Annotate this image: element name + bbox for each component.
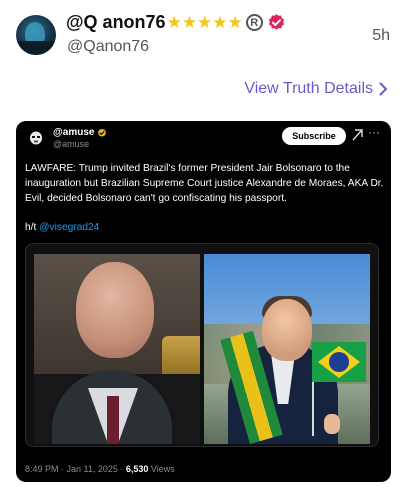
photo-left bbox=[34, 254, 200, 444]
embed-author-name: @amuse bbox=[53, 127, 107, 138]
brazil-flag bbox=[312, 342, 366, 382]
photo-right-head bbox=[262, 299, 312, 361]
embed-post-time: 8:49 PM · Jan 11, 2025 · bbox=[25, 464, 126, 474]
embed-views-label: Views bbox=[148, 464, 175, 474]
embed-author-handle: @amuse bbox=[53, 139, 90, 149]
display-name-text: @Q anon76 bbox=[66, 12, 166, 32]
view-truth-details-label: View Truth Details bbox=[244, 80, 373, 97]
hat-tip-mention-link[interactable]: @visegrad24 bbox=[39, 222, 99, 233]
photo-right bbox=[204, 254, 370, 444]
view-truth-details-link[interactable]: View Truth Details bbox=[244, 80, 388, 98]
subscribe-button[interactable]: Subscribe bbox=[282, 127, 346, 145]
grok-icon[interactable] bbox=[352, 129, 363, 141]
embedded-post-screenshot[interactable]: @amuse @amuse Subscribe ··· LAWFARE: Tru… bbox=[16, 121, 391, 482]
embed-avatar bbox=[25, 128, 47, 150]
more-icon[interactable]: ··· bbox=[368, 125, 380, 139]
display-name[interactable]: @Q anon76 ★★★★★ R bbox=[66, 12, 286, 33]
photo-right-hand bbox=[324, 414, 340, 434]
embed-post-meta: 8:49 PM · Jan 11, 2025 · 6,530 Views bbox=[25, 464, 175, 474]
chevron-right-icon bbox=[379, 82, 387, 96]
embed-hat-tip: h/t @visegrad24 bbox=[25, 222, 99, 233]
registered-icon: R bbox=[245, 14, 263, 31]
avatar[interactable] bbox=[16, 15, 56, 55]
hat-tip-prefix: h/t bbox=[25, 222, 40, 233]
photo-left-tie bbox=[107, 396, 119, 444]
stormtrooper-icon bbox=[30, 131, 42, 145]
star-icons: ★★★★★ bbox=[166, 12, 243, 32]
gold-verified-icon bbox=[98, 128, 107, 137]
post-timestamp: 5h bbox=[372, 27, 390, 44]
user-handle[interactable]: @Qanon76 bbox=[67, 38, 149, 56]
photo-left-chair bbox=[162, 336, 200, 376]
embed-media[interactable] bbox=[25, 243, 379, 447]
verified-badge-icon bbox=[268, 14, 284, 30]
embed-author-name-text: @amuse bbox=[53, 127, 95, 138]
photo-left-head bbox=[76, 262, 154, 358]
embed-post-text: LAWFARE: Trump invited Brazil's former P… bbox=[25, 163, 384, 204]
brazil-flag-orb bbox=[329, 352, 349, 372]
embed-views-count: 6,530 bbox=[125, 464, 149, 474]
post-header: @Q anon76 ★★★★★ R @Qanon76 5h bbox=[0, 0, 408, 70]
avatar-shade bbox=[16, 41, 56, 55]
